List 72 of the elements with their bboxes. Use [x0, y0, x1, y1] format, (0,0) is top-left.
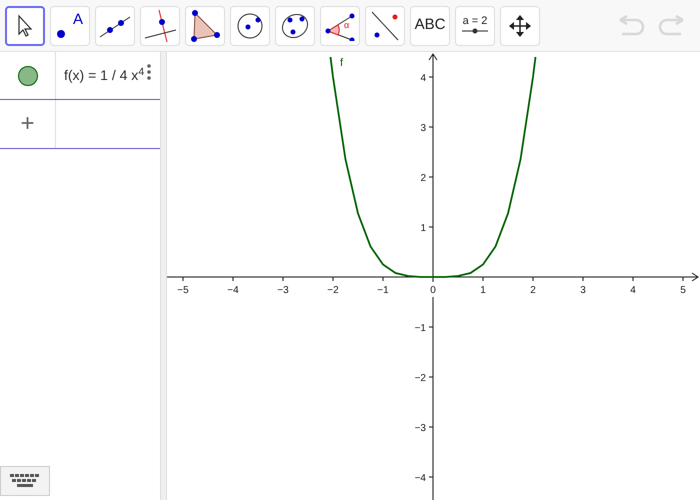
tick-label: 1 [420, 223, 426, 234]
undo-icon [618, 14, 646, 36]
pan-tool-button[interactable] [500, 6, 540, 46]
slider-label: a = 2 [462, 16, 488, 27]
tick-mark [532, 276, 534, 282]
angle-icon [324, 10, 356, 40]
ellipse-icon [280, 12, 310, 40]
keyboard-button[interactable] [0, 466, 50, 496]
tick-mark [428, 226, 434, 228]
circle-tool-button[interactable] [230, 6, 270, 46]
function-curve[interactable] [330, 56, 536, 278]
function-definition[interactable]: f(x) = 1 / 4 x$^{4}$ [64, 65, 144, 86]
angle-tool-button[interactable]: α [320, 6, 360, 46]
tick-label: −2 [327, 285, 339, 296]
tick-mark [182, 276, 184, 282]
tick-mark [428, 426, 434, 428]
tick-label: 4 [630, 285, 636, 296]
tick-mark [282, 276, 284, 282]
add-item-symbol[interactable]: + [20, 112, 34, 136]
tick-mark [632, 276, 634, 282]
tick-mark [582, 276, 584, 282]
move-tool-button[interactable] [5, 6, 45, 46]
tick-mark [428, 126, 434, 128]
tick-label: 2 [530, 285, 536, 296]
keyboard-icon [10, 474, 40, 488]
visibility-toggle[interactable] [18, 66, 38, 86]
angle-symbol: α [344, 20, 350, 30]
tick-label: −4 [227, 285, 239, 296]
tick-label: 2 [420, 173, 426, 184]
tick-mark [428, 326, 434, 328]
slider-tool-button[interactable]: a = 2 [455, 6, 495, 46]
tick-mark [332, 276, 334, 282]
tick-mark [428, 76, 434, 78]
arrow-cursor-icon [17, 14, 33, 38]
circle-icon [236, 12, 264, 40]
tick-mark [382, 276, 384, 282]
slider-track-icon [462, 27, 488, 35]
reflect-about-line-icon [370, 10, 400, 42]
polygon-icon [190, 10, 220, 42]
tick-label: 0 [430, 285, 436, 296]
tick-label: 1 [480, 285, 486, 296]
conic-tool-button[interactable] [275, 6, 315, 46]
redo-icon [657, 14, 685, 36]
point-icon [56, 28, 66, 38]
tick-label: 3 [580, 285, 586, 296]
perpendicular-tool-button[interactable] [140, 6, 180, 46]
polygon-tool-button[interactable] [185, 6, 225, 46]
tick-label: −2 [414, 373, 426, 384]
tick-label: 3 [420, 123, 426, 134]
tick-mark [428, 476, 434, 478]
tick-label: −1 [377, 285, 389, 296]
tick-label: 4 [420, 73, 426, 84]
line-tool-button[interactable] [95, 6, 135, 46]
point-tool-button[interactable]: A [50, 6, 90, 46]
reflect-tool-button[interactable] [365, 6, 405, 46]
move-arrows-icon [508, 14, 532, 38]
tick-mark [428, 176, 434, 178]
point-label: A [72, 12, 83, 26]
tick-label: −5 [177, 285, 189, 296]
tick-mark [232, 276, 234, 282]
more-options-icon[interactable] [147, 64, 151, 80]
tick-mark [482, 276, 484, 282]
tick-label: −3 [277, 285, 289, 296]
tick-mark [428, 376, 434, 378]
tick-label: 5 [680, 285, 686, 296]
tick-label: −3 [414, 423, 426, 434]
curve-label: f [340, 57, 344, 69]
tick-mark [682, 276, 684, 282]
perpendicular-line-icon [143, 8, 177, 42]
tick-label: −1 [414, 323, 426, 334]
text-tool-button[interactable]: ABC [410, 6, 450, 46]
tick-label: −4 [414, 473, 426, 484]
